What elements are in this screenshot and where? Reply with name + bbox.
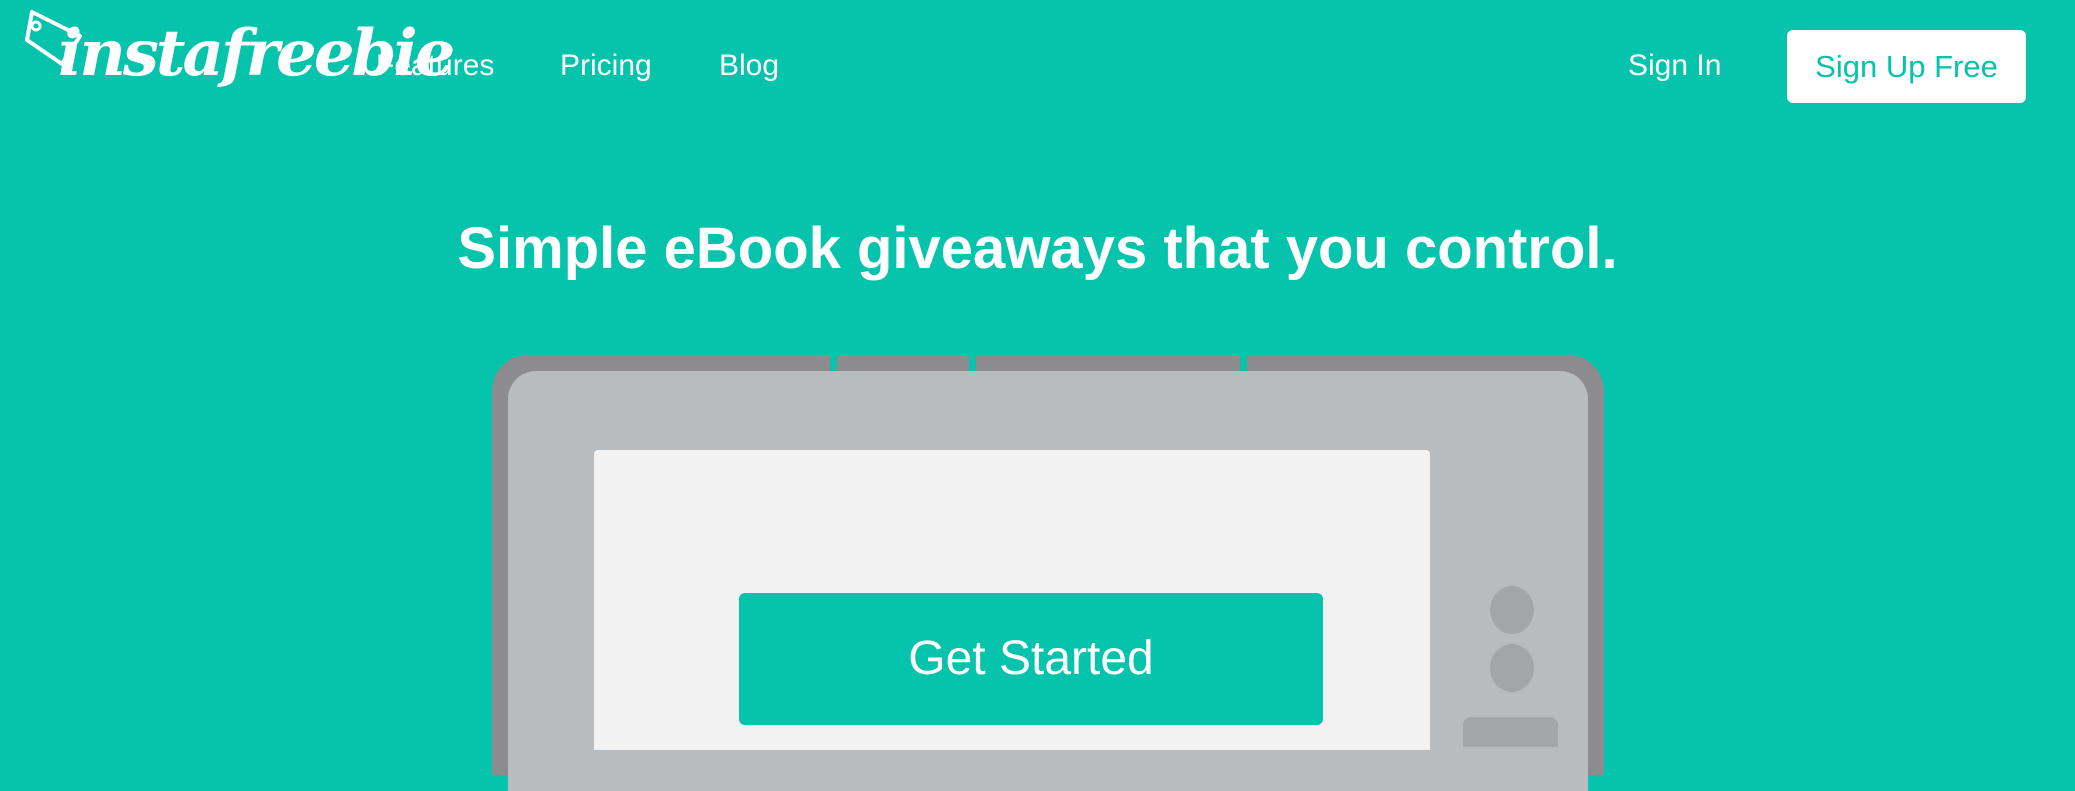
sign-in-link[interactable]: Sign In: [1628, 46, 1721, 86]
device-notch: [969, 355, 976, 371]
device-notch: [830, 355, 837, 371]
instafreebie-logo[interactable]: instafreebie: [22, 6, 455, 98]
sign-up-free-button[interactable]: Sign Up Free: [1787, 30, 2026, 103]
device-button-icon: [1490, 644, 1534, 692]
nav-pricing-link[interactable]: Pricing: [560, 46, 652, 86]
device-notch: [1240, 355, 1247, 371]
nav-features-link[interactable]: Features: [376, 46, 494, 86]
device-port: [1463, 717, 1558, 747]
device-button-icon: [1490, 586, 1534, 634]
nav-blog-link[interactable]: Blog: [719, 46, 779, 86]
get-started-button[interactable]: Get Started: [739, 593, 1323, 725]
hero-headline: Simple eBook giveaways that you control.: [457, 216, 1618, 281]
